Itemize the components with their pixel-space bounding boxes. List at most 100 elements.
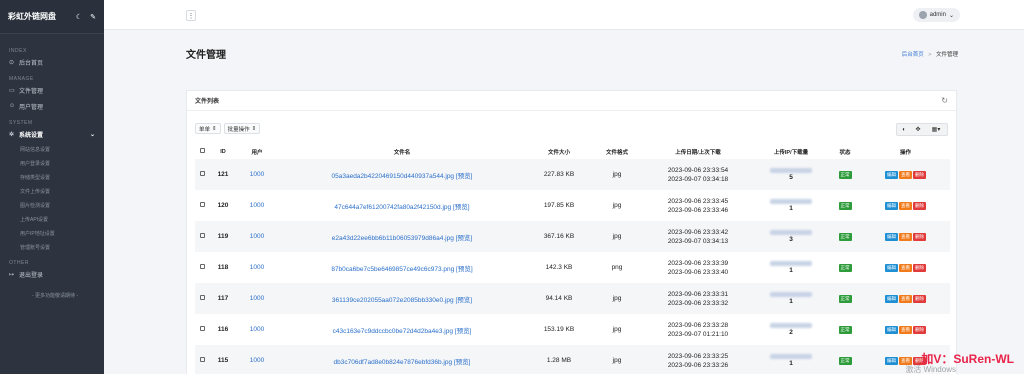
col-header[interactable]: 用户 xyxy=(237,144,277,159)
sidebar-subitem[interactable]: 存储类型设置 xyxy=(0,170,104,184)
preview-link[interactable]: [预览] xyxy=(456,235,473,242)
view-button[interactable]: 查看 xyxy=(899,232,912,241)
columns-icon[interactable]: ▦▾ xyxy=(925,124,947,135)
edit-button[interactable]: 编辑 xyxy=(885,170,898,179)
cell-size: 153.19 KB xyxy=(543,326,575,333)
filename-link[interactable]: 47c644a7ef61200742fa80a2f42150d.jpg xyxy=(334,204,451,211)
view-button[interactable]: 查看 xyxy=(899,170,912,179)
row-checkbox[interactable] xyxy=(195,345,209,374)
logout-icon: ↦ xyxy=(9,271,15,278)
sidebar-item-file-manage[interactable]: ▭ 文件管理 xyxy=(0,82,104,98)
user-link[interactable]: 1000 xyxy=(250,171,264,178)
sidebar-item-logout[interactable]: ↦ 退出登录 xyxy=(0,266,104,282)
col-header[interactable]: 上传日期/上次下载 xyxy=(643,144,753,159)
delete-button[interactable]: 删除 xyxy=(913,263,926,272)
col-header[interactable]: 文件名 xyxy=(277,144,527,159)
cell-user: 1000 xyxy=(237,345,277,374)
toggle-icon[interactable]: ◐ xyxy=(897,124,911,135)
user-link[interactable]: 1000 xyxy=(250,357,264,364)
filename-link[interactable]: 87b0ca6be7c5be6469857ce49c6c973.png xyxy=(331,266,454,273)
row-checkbox[interactable] xyxy=(195,283,209,314)
delete-button[interactable]: 删除 xyxy=(913,325,926,334)
view-button[interactable]: 查看 xyxy=(899,325,912,334)
user-link[interactable]: 1000 xyxy=(250,326,264,333)
cell-status: 正常 xyxy=(829,252,861,283)
col-header[interactable]: 文件大小 xyxy=(527,144,591,159)
preview-link[interactable]: [预览] xyxy=(456,173,473,180)
col-header[interactable]: 上传IP/下载量 xyxy=(753,144,829,159)
col-header[interactable]: ID xyxy=(209,144,237,159)
edit-button[interactable]: 编辑 xyxy=(885,232,898,241)
filename-link[interactable]: db3c706df7ad8e0b824e7876ebfd36b.jpg xyxy=(334,359,453,366)
user-link[interactable]: 1000 xyxy=(250,264,264,271)
menu-toggle-button[interactable]: ⋮ xyxy=(186,10,196,21)
cell-size: 94.14 KB xyxy=(527,283,591,314)
col-header[interactable]: 文件格式 xyxy=(591,144,643,159)
table-row: 120 1000 47c644a7ef61200742fa80a2f42150d.j… xyxy=(195,190,950,221)
filename-link[interactable]: e2a43d22ee6bb6b11b06053979d86a4.jpg xyxy=(332,235,454,242)
edit-button[interactable]: 编辑 xyxy=(885,201,898,210)
breadcrumb-home-link[interactable]: 后台首页 xyxy=(902,52,924,58)
cell-id: 121 xyxy=(209,159,237,190)
user-link[interactable]: 1000 xyxy=(250,202,264,209)
select-all-checkbox[interactable] xyxy=(195,144,209,159)
row-checkbox[interactable] xyxy=(195,190,209,221)
last-download-date: 2023-09-06 23:33:46 xyxy=(667,206,729,214)
delete-button[interactable]: 删除 xyxy=(913,170,926,179)
cell-dates: 2023-09-06 23:33:25 2023-09-06 23:33:26 xyxy=(643,345,753,374)
fullscreen-icon[interactable]: ✥ xyxy=(911,124,925,135)
cell-size: 1.28 MB xyxy=(527,345,591,374)
cell-user: 1000 xyxy=(237,221,277,252)
sidebar-subitem[interactable]: 用户IP地址设置 xyxy=(0,226,104,240)
moon-icon[interactable]: ☾ xyxy=(76,13,82,21)
last-download-date: 2023-09-07 03:34:13 xyxy=(667,237,729,245)
filename-link[interactable]: 05a3aeda2b4220469150d440937a544.jpg xyxy=(332,173,455,180)
refresh-icon[interactable]: ↻ xyxy=(941,96,948,105)
sidebar-subitem[interactable]: 上传API设置 xyxy=(0,212,104,226)
upload-date: 2023-09-06 23:33:39 xyxy=(667,259,729,267)
sidebar-subitem[interactable]: 图片检测设置 xyxy=(0,198,104,212)
sidebar-subitem[interactable]: 用户登录设置 xyxy=(0,156,104,170)
row-checkbox[interactable] xyxy=(195,221,209,252)
view-button[interactable]: 查看 xyxy=(899,294,912,303)
sidebar-subitem[interactable]: 管理账号设置 xyxy=(0,240,104,254)
delete-button[interactable]: 删除 xyxy=(913,232,926,241)
sidebar-subitem[interactable]: 网站信息设置 xyxy=(0,142,104,156)
delete-button[interactable]: 删除 xyxy=(913,294,926,303)
edit-button[interactable]: 编辑 xyxy=(885,356,898,365)
preview-link[interactable]: [预览] xyxy=(456,266,473,273)
sidebar-item-home[interactable]: ⊙ 后台首页 xyxy=(0,54,104,70)
avatar xyxy=(918,11,927,19)
pen-icon[interactable]: ✎ xyxy=(90,13,96,21)
user-link[interactable]: 1000 xyxy=(250,295,264,302)
single-select-dropdown[interactable]: 单单 ⇕ xyxy=(195,123,221,134)
user-menu[interactable]: admin ⌄ xyxy=(912,8,960,22)
card-header: 文件列表 ↻ xyxy=(187,91,956,111)
filename-link[interactable]: 361139ce202055aa072e2085bb330e0.jpg xyxy=(332,297,454,304)
row-checkbox[interactable] xyxy=(195,159,209,190)
sidebar-subitem[interactable]: 文件上传设置 xyxy=(0,184,104,198)
user-link[interactable]: 1000 xyxy=(250,233,264,240)
blurred-ip xyxy=(770,198,812,204)
cell-filename: e2a43d22ee6bb6b11b06053979d86a4.jpg [预览] xyxy=(277,221,527,252)
delete-button[interactable]: 删除 xyxy=(913,201,926,210)
status-badge: 正常 xyxy=(838,325,852,334)
cell-ip-downloads: 1 xyxy=(753,190,829,221)
row-checkbox[interactable] xyxy=(195,252,209,283)
preview-link[interactable]: [预览] xyxy=(454,359,471,366)
batch-action-dropdown[interactable]: 批量操作 ⇕ xyxy=(223,123,261,134)
sidebar-item-system-settings[interactable]: ✲ 系统设置 ⌄ xyxy=(0,126,104,142)
preview-link[interactable]: [预览] xyxy=(453,204,470,211)
row-checkbox[interactable] xyxy=(195,314,209,345)
preview-link[interactable]: [预览] xyxy=(455,328,472,335)
sidebar-item-user-manage[interactable]: ☺ 用户管理 xyxy=(0,98,104,114)
cell-actions: 编辑 查看 删除 xyxy=(861,190,950,221)
filename-link[interactable]: c43c163e7c9ddccbc0be72d4d2ba4e3.jpg xyxy=(333,328,453,335)
edit-button[interactable]: 编辑 xyxy=(885,325,898,334)
table-header-row: ID 用户 文件名 文件大小 文件格式 上传日期/上次下载 上传IP/下载量 状… xyxy=(195,144,950,159)
edit-button[interactable]: 编辑 xyxy=(885,294,898,303)
view-button[interactable]: 查看 xyxy=(899,263,912,272)
edit-button[interactable]: 编辑 xyxy=(885,263,898,272)
preview-link[interactable]: [预览] xyxy=(455,297,472,304)
view-button[interactable]: 查看 xyxy=(899,201,912,210)
